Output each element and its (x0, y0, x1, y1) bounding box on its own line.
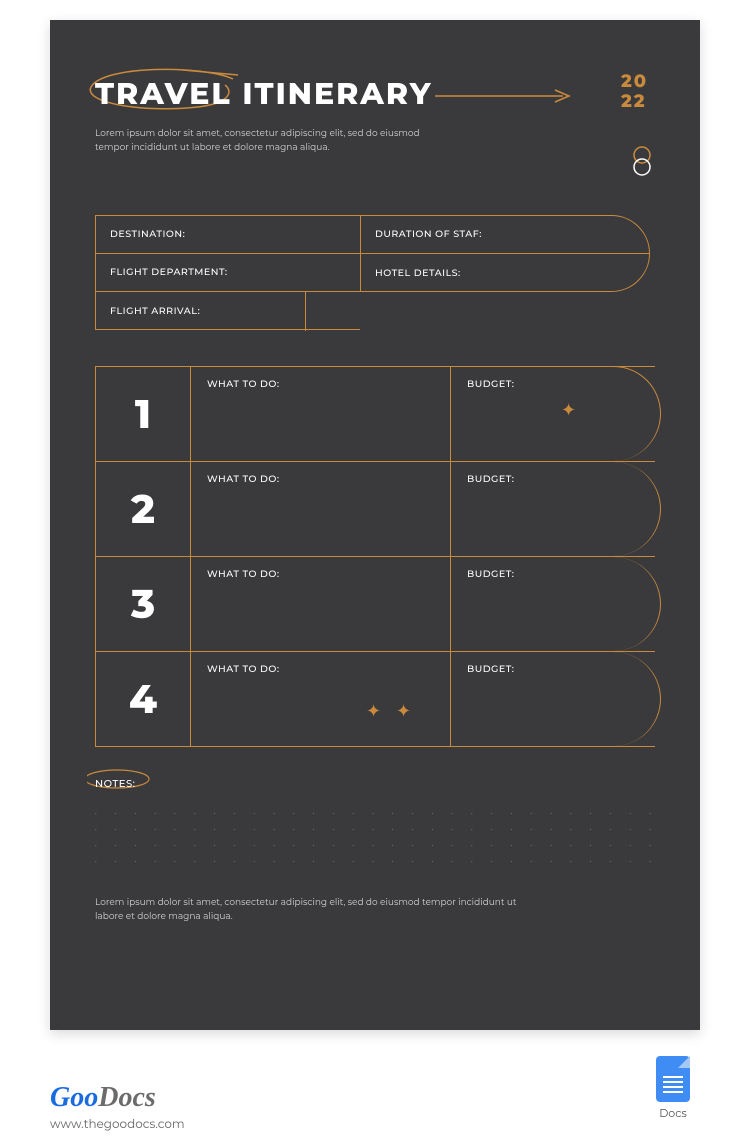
goodocs-logo: GooDocs (50, 1082, 156, 1114)
budget-label: BUDGET: (467, 664, 514, 675)
destination-label: DESTINATION: (96, 229, 185, 240)
budget-label: BUDGET: (467, 569, 514, 580)
intro-text: Lorem ipsum dolor sit amet, consectetur … (95, 127, 425, 155)
hotel-label: HOTEL DETAILS: (361, 268, 461, 279)
sparkle-icon: ✦ (366, 700, 381, 722)
what-to-do-label: WHAT TO DO: (207, 569, 280, 580)
flight-department-label: FLIGHT DEPARTMENT: (96, 267, 228, 278)
dot-grid (95, 804, 655, 868)
brand-docs: Docs (98, 1082, 156, 1113)
brand-goo: Goo (50, 1082, 98, 1113)
google-docs-badge: Docs (656, 1056, 690, 1120)
duration-label: DURATION OF STAF: (361, 229, 482, 240)
day-budget: BUDGET: ✦ (451, 367, 655, 461)
info-right: DURATION OF STAF: HOTEL DETAILS: (360, 215, 650, 292)
day-number: 4 (96, 652, 191, 746)
notes-section: NOTES: (95, 773, 655, 868)
day-row: 2 WHAT TO DO: BUDGET: (96, 462, 655, 557)
day-number: 1 (96, 367, 191, 461)
cell-flight-arrival: FLIGHT ARRIVAL: (96, 292, 306, 330)
day-number: 3 (96, 557, 191, 651)
day-budget: BUDGET: (451, 652, 655, 746)
day-what-to-do: WHAT TO DO: (191, 462, 451, 556)
info-left: DESTINATION: FLIGHT DEPARTMENT: FLIGHT A… (95, 215, 360, 330)
year-line2: 22 (621, 90, 647, 112)
day-budget: BUDGET: (451, 557, 655, 651)
cell-hotel: HOTEL DETAILS: (361, 254, 649, 292)
cell-flight-dept: FLIGHT DEPARTMENT: (96, 254, 360, 292)
day-row: 1 WHAT TO DO: BUDGET: ✦ (96, 367, 655, 462)
day-row: 4 WHAT TO DO: ✦ ✦ BUDGET: (96, 652, 655, 747)
google-docs-label: Docs (656, 1106, 690, 1120)
day-what-to-do: WHAT TO DO: (191, 557, 451, 651)
what-to-do-label: WHAT TO DO: (207, 474, 280, 485)
rings-icon (629, 145, 655, 179)
flight-arrival-label: FLIGHT ARRIVAL: (96, 306, 200, 317)
sparkle-icon: ✦ (561, 399, 576, 421)
budget-label: BUDGET: (467, 474, 514, 485)
info-box: DESTINATION: FLIGHT DEPARTMENT: FLIGHT A… (95, 215, 655, 330)
google-docs-icon (656, 1056, 690, 1102)
year-line1: 20 (621, 70, 648, 92)
year: 2022 (621, 71, 655, 111)
footer-text: Lorem ipsum dolor sit amet, consectetur … (95, 896, 525, 924)
days-table: 1 WHAT TO DO: BUDGET: ✦ 2 WHAT TO DO: BU… (95, 366, 655, 747)
sparkle-icon: ✦ (396, 700, 411, 722)
notes-label: NOTES: (95, 777, 135, 790)
page-title: TRAVEL ITINERARY (95, 75, 433, 112)
what-to-do-label: WHAT TO DO: (207, 379, 280, 390)
day-what-to-do: WHAT TO DO: ✦ ✦ (191, 652, 451, 746)
day-what-to-do: WHAT TO DO: (191, 367, 451, 461)
brand-url: www.thegoodocs.com (50, 1117, 185, 1132)
template-page: TRAVEL ITINERARY 2022 Lorem ipsum dolor … (50, 20, 700, 1030)
what-to-do-label: WHAT TO DO: (207, 664, 280, 675)
arrow-right-icon (435, 89, 575, 103)
day-budget: BUDGET: (451, 462, 655, 556)
budget-label: BUDGET: (467, 379, 514, 390)
header: TRAVEL ITINERARY 2022 Lorem ipsum dolor … (95, 75, 655, 185)
day-row: 3 WHAT TO DO: BUDGET: (96, 557, 655, 652)
cell-destination: DESTINATION: (96, 216, 360, 254)
day-number: 2 (96, 462, 191, 556)
cell-duration: DURATION OF STAF: (361, 216, 649, 254)
